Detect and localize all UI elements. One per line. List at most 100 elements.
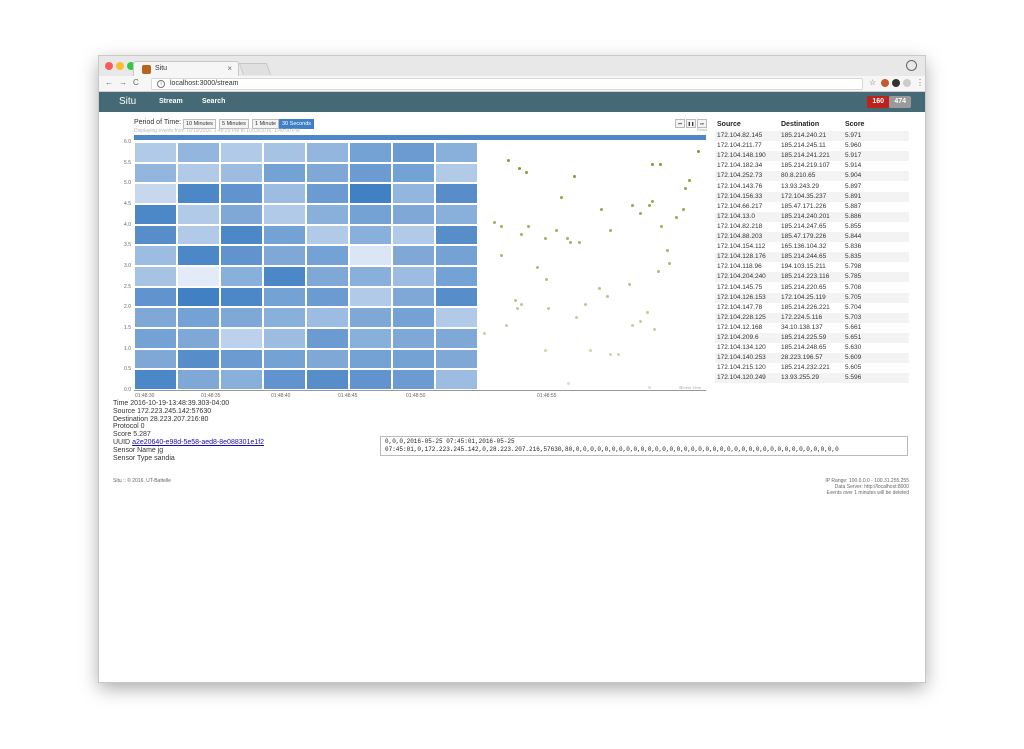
raw-event-box[interactable]: 0,0,0,2016-05-25 07:45:01,2016-05-25 07:4… <box>380 436 908 456</box>
scatter-point[interactable] <box>682 208 686 212</box>
table-row[interactable]: 172.104.12.168 34.10.138.137 5.661 <box>715 323 909 333</box>
scatter-point[interactable] <box>543 348 547 352</box>
heatmap-cell[interactable] <box>263 142 306 163</box>
heatmap-cell[interactable] <box>349 224 392 246</box>
heatmap-cell[interactable] <box>349 245 392 266</box>
heatmap-cell[interactable] <box>306 369 349 390</box>
heatmap-cell[interactable] <box>306 348 349 370</box>
scatter-point[interactable] <box>499 253 503 257</box>
scatter-point[interactable] <box>651 199 655 203</box>
heatmap-cell[interactable] <box>349 307 392 328</box>
pause-icon[interactable]: ❚❚ <box>686 119 696 128</box>
bookmark-star-icon[interactable]: ☆ <box>869 78 876 87</box>
heatmap-cell[interactable] <box>177 307 220 328</box>
scatter-point[interactable] <box>483 332 487 336</box>
heatmap-cell[interactable] <box>263 369 306 390</box>
event-count-badge[interactable]: 474 <box>889 96 911 108</box>
scatter-point[interactable] <box>653 328 657 331</box>
heatmap-cell[interactable] <box>435 286 478 308</box>
scatter-point[interactable] <box>665 249 669 253</box>
scatter-point[interactable] <box>658 162 662 166</box>
heatmap-cell[interactable] <box>220 286 263 308</box>
heatmap-cell[interactable] <box>134 224 177 246</box>
heatmap-cell[interactable] <box>177 328 220 349</box>
scatter-point[interactable] <box>645 311 649 315</box>
extension-icon[interactable] <box>903 79 911 87</box>
scatter-point[interactable] <box>600 208 604 212</box>
url-input[interactable]: i localhost:3000/stream <box>151 78 863 90</box>
scatter-point[interactable] <box>687 179 691 183</box>
scatter-point[interactable] <box>518 166 522 170</box>
scatter-point[interactable] <box>631 323 635 327</box>
heatmap-cell[interactable] <box>134 369 177 390</box>
heatmap-cell[interactable] <box>220 183 263 204</box>
heatmap-cell[interactable] <box>134 183 177 204</box>
heatmap-cell[interactable] <box>306 162 349 184</box>
heatmap-cell[interactable] <box>263 162 306 184</box>
heatmap-cell[interactable] <box>134 348 177 370</box>
scatter-point[interactable] <box>589 348 593 352</box>
heatmap-cell[interactable] <box>177 183 220 204</box>
scatter-point[interactable] <box>667 261 671 265</box>
table-row[interactable]: 172.104.154.112 165.136.104.32 5.836 <box>715 242 909 252</box>
heatmap-cell[interactable] <box>306 204 349 225</box>
heatmap-cell[interactable] <box>306 183 349 204</box>
heatmap-cell[interactable] <box>392 286 435 308</box>
heatmap-cell[interactable] <box>349 162 392 184</box>
scatter-point[interactable] <box>574 315 578 319</box>
table-row[interactable]: 172.104.66.217 185.47.171.226 5.887 <box>715 202 909 212</box>
table-row[interactable]: 172.104.88.203 185.47.179.226 5.844 <box>715 232 909 243</box>
heatmap-cell[interactable] <box>349 348 392 370</box>
rewind-icon[interactable]: ⏮ <box>675 119 685 128</box>
heatmap-cell[interactable] <box>349 183 392 204</box>
scatter-point[interactable] <box>519 232 523 236</box>
heatmap-cell[interactable] <box>306 245 349 266</box>
heatmap-cell[interactable] <box>134 204 177 225</box>
heatmap-cell[interactable] <box>435 245 478 266</box>
heatmap-cell[interactable] <box>435 307 478 328</box>
heatmap-cell[interactable] <box>134 266 177 287</box>
heatmap-cell[interactable] <box>220 204 263 225</box>
table-row[interactable]: 172.104.148.190 185.214.241.221 5.917 <box>715 151 909 162</box>
heatmap-cell[interactable] <box>349 266 392 287</box>
table-row[interactable]: 172.104.215.120 185.214.232.221 5.605 <box>715 363 909 373</box>
heatmap-cell[interactable] <box>177 348 220 370</box>
heatmap-cell[interactable] <box>349 142 392 163</box>
scatter-point[interactable] <box>514 299 518 303</box>
heatmap-cell[interactable] <box>435 224 478 246</box>
table-row[interactable]: 172.104.204.240 185.214.223.116 5.785 <box>715 272 909 283</box>
table-row[interactable]: 172.104.120.249 13.93.255.29 5.596 <box>715 373 909 384</box>
heatmap-cell[interactable] <box>349 204 392 225</box>
heatmap-cell[interactable] <box>306 286 349 308</box>
back-arrow-icon[interactable]: ← <box>105 78 113 87</box>
scatter-point[interactable] <box>567 381 571 385</box>
heatmap-cell[interactable] <box>392 266 435 287</box>
scatter-point[interactable] <box>609 352 613 356</box>
scatter-point[interactable] <box>638 319 642 323</box>
heatmap-cell[interactable] <box>220 162 263 184</box>
scatter-point[interactable] <box>656 270 660 274</box>
event-scatter-plot[interactable] <box>478 142 706 390</box>
table-row[interactable]: 172.104.82.145 185.214.240.21 5.971 <box>715 131 909 142</box>
heatmap-cell[interactable] <box>263 328 306 349</box>
scatter-point[interactable] <box>627 282 631 286</box>
scatter-point[interactable] <box>651 162 655 166</box>
scatter-point[interactable] <box>647 204 651 207</box>
heatmap-cell[interactable] <box>220 266 263 287</box>
table-row[interactable]: 172.104.143.76 13.93.243.29 5.897 <box>715 182 909 192</box>
minimize-window-button[interactable] <box>116 62 124 70</box>
scatter-point[interactable] <box>631 204 635 207</box>
score-heatmap[interactable] <box>134 142 478 390</box>
heatmap-cell[interactable] <box>435 328 478 349</box>
scatter-point[interactable] <box>516 307 520 311</box>
scatter-point[interactable] <box>696 150 700 154</box>
heatmap-cell[interactable] <box>263 245 306 266</box>
heatmap-cell[interactable] <box>263 183 306 204</box>
menu-kebab-icon[interactable]: ⋮ <box>916 78 924 87</box>
scatter-point[interactable] <box>543 237 547 241</box>
forward-arrow-icon[interactable]: → <box>119 78 127 87</box>
scatter-point[interactable] <box>609 228 613 232</box>
scatter-point[interactable] <box>598 286 602 290</box>
heatmap-cell[interactable] <box>392 142 435 163</box>
heatmap-cell[interactable] <box>349 286 392 308</box>
